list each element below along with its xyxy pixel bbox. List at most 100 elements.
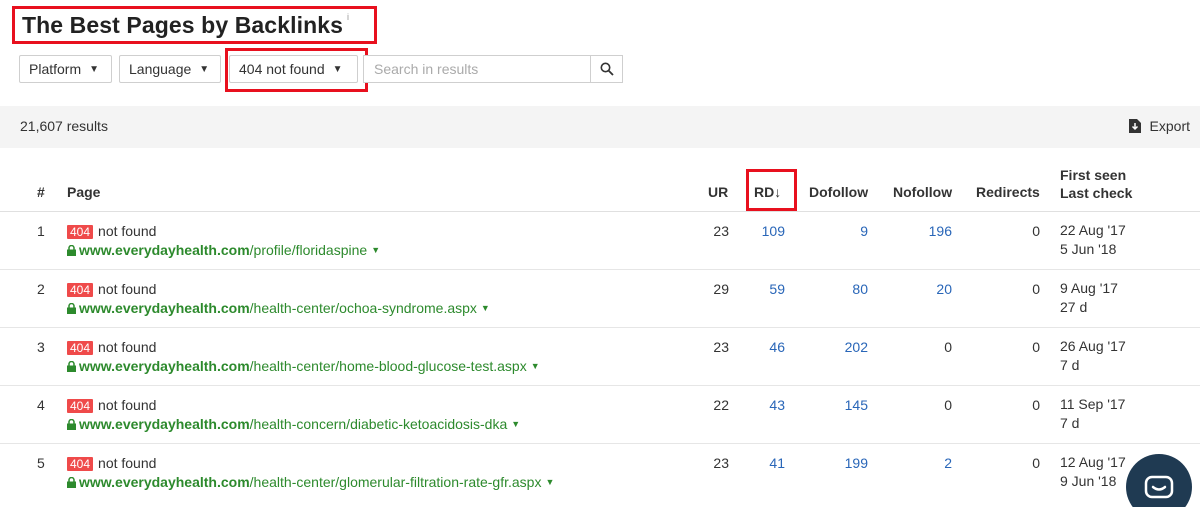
lock-icon	[67, 302, 76, 314]
first-seen-value: 12 Aug '17	[1060, 454, 1126, 470]
dofollow-value[interactable]: 145	[845, 397, 868, 413]
dofollow-value[interactable]: 199	[845, 455, 868, 471]
row-status: 404 not found	[67, 455, 156, 471]
url-domain: www.everydayhealth.com	[79, 242, 250, 258]
last-check-value: 9 Jun '18	[1060, 473, 1117, 489]
search-input[interactable]: Search in results	[363, 55, 591, 83]
status-text: not found	[98, 339, 157, 355]
page-url-link[interactable]: www.everydayhealth.com/health-concern/di…	[67, 416, 520, 432]
ur-value: 23	[713, 455, 729, 471]
lock-icon	[67, 360, 76, 372]
last-check-value: 7 d	[1060, 415, 1080, 431]
first-seen-value: 9 Aug '17	[1060, 280, 1118, 296]
row-status: 404 not found	[67, 281, 156, 297]
redirects-value: 0	[1032, 339, 1040, 355]
column-header-last-check: Last check	[1060, 185, 1133, 201]
url-domain: www.everydayhealth.com	[79, 300, 250, 316]
row-dates: 9 Aug '17 27 d	[1060, 279, 1118, 317]
column-header-page[interactable]: Page	[67, 184, 100, 200]
search-icon	[600, 62, 614, 76]
row-status: 404 not found	[67, 397, 156, 413]
column-header-dofollow[interactable]: Dofollow	[809, 184, 868, 200]
rd-highlight-box	[746, 169, 797, 211]
status-text: not found	[98, 455, 157, 471]
language-dropdown[interactable]: Language ▼	[119, 55, 221, 83]
table-row: 5 404 not found www.everydayhealth.com/he…	[0, 444, 1200, 502]
row-index: 5	[37, 455, 45, 471]
url-path: /health-center/ochoa-syndrome.aspx	[249, 300, 477, 316]
page-url-link[interactable]: www.everydayhealth.com/health-center/och…	[67, 300, 490, 316]
url-path: /health-concern/diabetic-ketoacidosis-dk…	[249, 416, 508, 432]
rd-value[interactable]: 41	[769, 455, 785, 471]
row-status: 404 not found	[67, 223, 156, 239]
export-icon	[1128, 119, 1141, 133]
rd-value[interactable]: 43	[769, 397, 785, 413]
page-url-link[interactable]: www.everydayhealth.com/health-center/glo…	[67, 474, 554, 490]
row-dates: 26 Aug '17 7 d	[1060, 337, 1126, 375]
url-domain: www.everydayhealth.com	[79, 416, 250, 432]
url-path: /health-center/glomerular-filtration-rat…	[249, 474, 542, 490]
last-check-value: 27 d	[1060, 299, 1088, 315]
row-status: 404 not found	[67, 339, 156, 355]
table-row: 1 404 not found www.everydayhealth.com/pr…	[0, 212, 1200, 270]
chat-icon	[1144, 475, 1174, 499]
chevron-down-icon[interactable]: ▼	[511, 419, 520, 429]
redirects-value: 0	[1032, 281, 1040, 297]
column-header-first-seen: First seen	[1060, 167, 1127, 183]
url-path: /profile/floridaspine	[249, 242, 368, 258]
platform-dropdown[interactable]: Platform ▼	[19, 55, 112, 83]
language-dropdown-label: Language	[129, 61, 192, 77]
dofollow-value[interactable]: 202	[845, 339, 868, 355]
dofollow-value[interactable]: 80	[852, 281, 868, 297]
page-title: The Best Pages by Backlinks i	[22, 12, 349, 39]
status-badge: 404	[67, 399, 94, 413]
page-url-link[interactable]: www.everydayhealth.com/health-center/hom…	[67, 358, 540, 374]
rd-value[interactable]: 59	[769, 281, 785, 297]
search-placeholder: Search in results	[374, 61, 479, 77]
row-dates: 12 Aug '17 9 Jun '18	[1060, 453, 1126, 491]
url-domain: www.everydayhealth.com	[79, 358, 250, 374]
table-row: 2 404 not found www.everydayhealth.com/he…	[0, 270, 1200, 328]
info-icon[interactable]: i	[347, 12, 349, 22]
results-count: 21,607 results	[20, 118, 108, 134]
table-row: 3 404 not found www.everydayhealth.com/he…	[0, 328, 1200, 386]
ur-value: 23	[713, 339, 729, 355]
status-text: not found	[98, 281, 157, 297]
last-check-value: 7 d	[1060, 357, 1080, 373]
status-badge: 404	[67, 341, 94, 355]
lock-icon	[67, 476, 76, 488]
nofollow-value: 0	[944, 339, 952, 355]
nofollow-value: 0	[944, 397, 952, 413]
nofollow-value[interactable]: 196	[929, 223, 952, 239]
ur-value: 22	[713, 397, 729, 413]
last-check-value: 5 Jun '18	[1060, 241, 1117, 257]
rd-value[interactable]: 109	[762, 223, 785, 239]
nofollow-value[interactable]: 20	[936, 281, 952, 297]
redirects-value: 0	[1032, 397, 1040, 413]
chevron-down-icon[interactable]: ▼	[481, 303, 490, 313]
chevron-down-icon: ▼	[199, 63, 210, 75]
lock-icon	[67, 418, 76, 430]
status-badge: 404	[67, 225, 94, 239]
ur-value: 29	[713, 281, 729, 297]
export-button[interactable]: Export	[1128, 118, 1190, 134]
search-button[interactable]	[590, 55, 623, 83]
column-header-dates[interactable]: First seen Last check	[1060, 166, 1132, 202]
nofollow-value[interactable]: 2	[944, 455, 952, 471]
dofollow-value[interactable]: 9	[860, 223, 868, 239]
chevron-down-icon[interactable]: ▼	[531, 361, 540, 371]
column-header-redirects[interactable]: Redirects	[976, 184, 1040, 200]
page-url-link[interactable]: www.everydayhealth.com/profile/floridasp…	[67, 242, 380, 258]
redirects-value: 0	[1032, 223, 1040, 239]
row-index: 3	[37, 339, 45, 355]
rd-value[interactable]: 46	[769, 339, 785, 355]
column-header-ur[interactable]: UR	[708, 184, 728, 200]
column-header-nofollow[interactable]: Nofollow	[893, 184, 952, 200]
first-seen-value: 26 Aug '17	[1060, 338, 1126, 354]
page-title-text: The Best Pages by Backlinks	[22, 12, 344, 38]
chevron-down-icon[interactable]: ▼	[371, 245, 380, 255]
results-bar	[0, 106, 1200, 148]
chevron-down-icon[interactable]: ▼	[545, 477, 554, 487]
first-seen-value: 22 Aug '17	[1060, 222, 1126, 238]
status-badge: 404	[67, 283, 94, 297]
